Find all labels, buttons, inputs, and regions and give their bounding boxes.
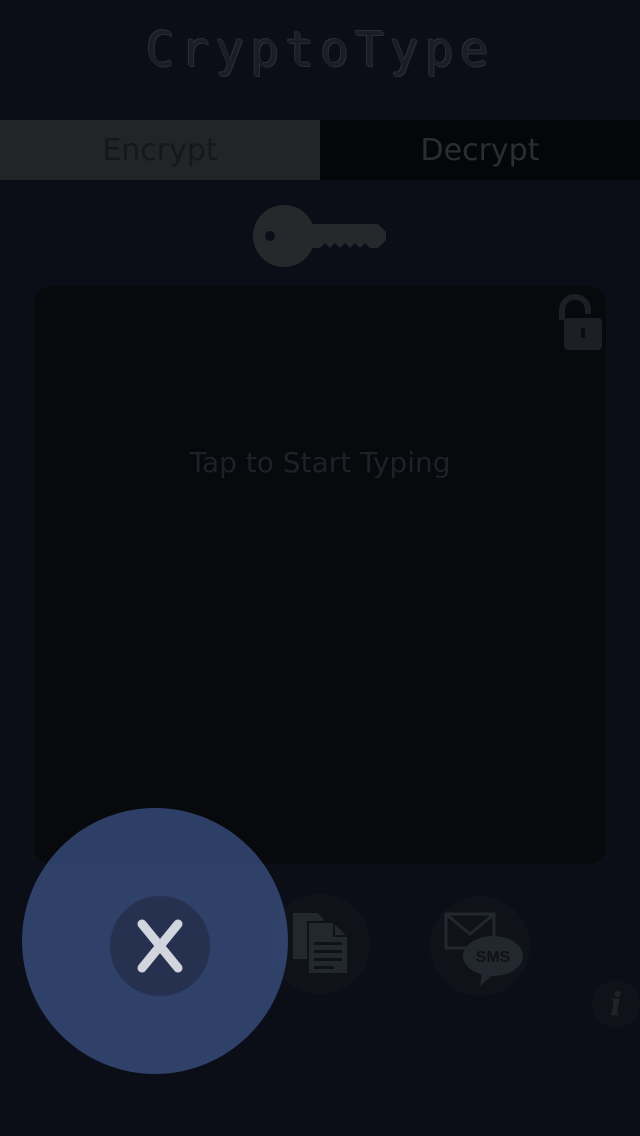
- info-button[interactable]: i: [592, 980, 640, 1028]
- key-icon: [253, 205, 386, 267]
- sms-button[interactable]: SMS: [430, 896, 530, 996]
- x-icon: [137, 919, 183, 973]
- clear-button[interactable]: [110, 896, 210, 996]
- tab-decrypt[interactable]: Decrypt: [320, 120, 640, 180]
- sms-label: SMS: [476, 949, 511, 966]
- typing-placeholder: Tap to Start Typing: [189, 446, 451, 479]
- app-title: CryptoType: [145, 22, 495, 78]
- app-screen: CryptoType Encrypt Decrypt Tap to Start …: [0, 0, 640, 1136]
- sms-icon: SMS: [444, 912, 523, 986]
- unlocked-lock-icon[interactable]: [546, 290, 606, 352]
- mode-tabs: Encrypt Decrypt: [0, 120, 640, 180]
- tab-encrypt[interactable]: Encrypt: [0, 120, 320, 180]
- message-text-area[interactable]: Tap to Start Typing: [34, 286, 606, 864]
